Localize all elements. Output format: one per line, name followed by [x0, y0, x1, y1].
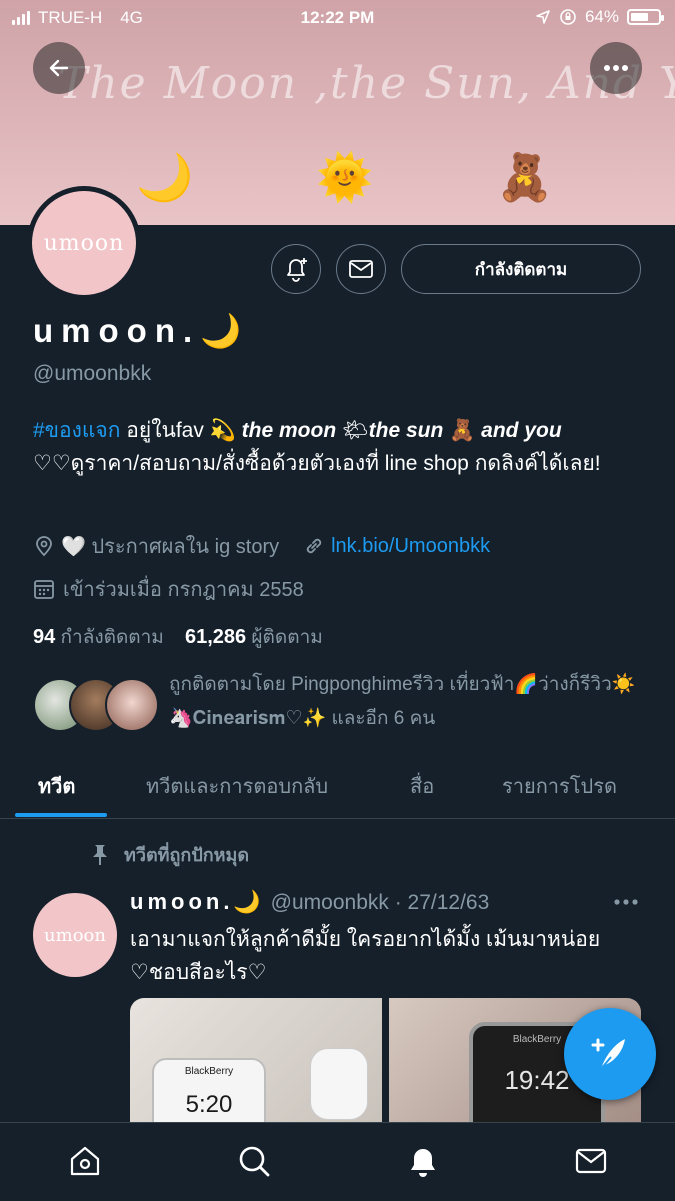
tweet-more-button[interactable] — [613, 886, 639, 912]
follower-avatar — [105, 678, 159, 732]
active-tab-indicator — [15, 813, 107, 817]
nav-home[interactable] — [65, 1141, 105, 1181]
following-count: 94 — [33, 626, 56, 648]
more-icon — [614, 899, 638, 905]
home-icon — [70, 1146, 100, 1176]
followers-count-link[interactable]: 61,286 ผู้ติดตาม — [184, 626, 323, 648]
moon-emoji: 🌙 — [136, 151, 194, 203]
tweet-avatar[interactable]: umoon — [33, 893, 117, 977]
bio-sun-emoji: 🌤 — [336, 419, 369, 442]
profile-handle: @umoonbkk — [33, 362, 152, 385]
tweet-text: เอามาแจกให้ลูกค้าดีมั้ย ใครอยากได้มั้ง เ… — [130, 928, 601, 984]
follow-counts: 94 กำลังติดตาม 61,286 ผู้ติดตาม — [33, 622, 323, 652]
pinned-label-row: ทวีตที่ถูกปักหมุด — [90, 840, 249, 869]
search-icon — [239, 1146, 270, 1177]
compose-feather-icon — [591, 1038, 625, 1070]
earbuds-case-image — [310, 1048, 368, 1120]
bell-plus-icon — [287, 258, 307, 282]
profile-avatar[interactable]: umoon — [27, 186, 141, 300]
nav-search[interactable] — [234, 1141, 274, 1181]
more-options-button[interactable] — [590, 42, 642, 94]
profile-bio: #ของแจก อยู่ในfav 💫 the moon 🌤the sun 🧸 … — [33, 414, 653, 480]
link-icon — [306, 538, 322, 554]
profile-joined: เข้าร่วมเมื่อ กรกฎาคม 2558 — [63, 579, 304, 601]
bio-text-2: ♡♡ดูราคา/สอบถาม/สั่งซื้อด้วยตัวเองที่ li… — [33, 452, 601, 475]
followers-count: 61,286 — [184, 626, 247, 648]
bio-you: and you — [481, 419, 562, 442]
compose-tweet-button[interactable] — [564, 1008, 656, 1100]
orientation-lock-icon — [560, 9, 576, 25]
tab-tweets-replies[interactable]: ทวีตและการตอบกลับ — [146, 770, 328, 802]
mail-icon — [575, 1148, 607, 1174]
message-button[interactable] — [336, 244, 386, 294]
bio-hashtag[interactable]: #ของแจก — [33, 419, 120, 442]
sun-emoji: 🌞 — [316, 151, 374, 203]
banner-title: The Moon ,the Sun, And You — [58, 58, 675, 109]
followed-by-row[interactable]: ถูกติดตามโดย Pingponghimeรีวิว เที่ยวฟ้า… — [33, 668, 653, 738]
phone-time: 5:20 — [185, 1091, 233, 1118]
profile-meta-row: 🤍 ประกาศผลใน ig story lnk.bio/Umoonbkk — [33, 530, 490, 562]
avatar-logo-text: umoon — [32, 191, 136, 295]
pin-icon — [93, 844, 107, 865]
tab-likes[interactable]: รายการโปรด — [502, 770, 617, 802]
tweet-media-1[interactable]: BlackBerry 5:20 — [130, 998, 382, 1123]
following-label: กำลังติดตาม — [60, 627, 164, 648]
battery-percent: 64% — [584, 7, 619, 26]
bear-emoji: 🧸 — [496, 151, 554, 203]
following-button[interactable]: กำลังติดตาม — [401, 244, 641, 294]
tweet-handle-date: @umoonbkk · 27/12/63 — [270, 891, 490, 914]
nav-messages[interactable] — [571, 1141, 611, 1181]
more-icon — [604, 65, 628, 71]
profile-link[interactable]: lnk.bio/Umoonbkk — [331, 535, 490, 558]
bell-icon — [411, 1149, 435, 1177]
display-name: umoon.🌙 — [33, 312, 250, 349]
profile-joined-row: เข้าร่วมเมื่อ กรกฎาคม 2558 — [33, 573, 304, 605]
back-button[interactable] — [33, 42, 85, 94]
bio-sun: the sun — [368, 419, 444, 442]
profile-tabs: ทวีต ทวีตและการตอบกลับ สื่อ รายการโปรด — [0, 752, 675, 819]
status-bar: TRUE-H 4G 12:22 PM 64% — [0, 0, 675, 36]
location-arrow-icon — [536, 10, 550, 24]
bio-bear-emoji: 🧸 — [443, 419, 482, 442]
pinned-label: ทวีตที่ถูกปักหมุด — [124, 845, 250, 865]
bio-moon: the moon — [241, 419, 337, 442]
followed-by-text: ถูกติดตามโดย Pingponghimeรีวิว เที่ยวฟ้า… — [169, 674, 636, 729]
tweet-author[interactable]: umoon.🌙 — [130, 889, 265, 914]
blackberry-phone-image: BlackBerry 5:20 — [152, 1058, 266, 1123]
battery-icon — [627, 9, 664, 25]
phone-brand: BlackBerry — [184, 1066, 234, 1077]
envelope-icon — [349, 260, 373, 278]
location-pin-icon — [36, 536, 52, 557]
bottom-navigation — [0, 1122, 675, 1201]
tweet-header: umoon.🌙 @umoonbkk · 27/12/63 — [130, 889, 489, 915]
profile-location: 🤍 ประกาศผลใน ig story — [61, 536, 280, 558]
tab-media[interactable]: สื่อ — [410, 770, 434, 802]
calendar-icon — [34, 580, 54, 599]
notifications-button[interactable] — [271, 244, 321, 294]
bio-text-1: อยู่ในfav 💫 — [120, 419, 236, 442]
back-arrow-icon — [49, 59, 69, 77]
followers-label: ผู้ติดตาม — [251, 627, 323, 648]
following-count-link[interactable]: 94 กำลังติดตาม — [33, 626, 164, 648]
nav-notifications[interactable] — [403, 1141, 443, 1181]
tab-tweets[interactable]: ทวีต — [38, 770, 75, 802]
